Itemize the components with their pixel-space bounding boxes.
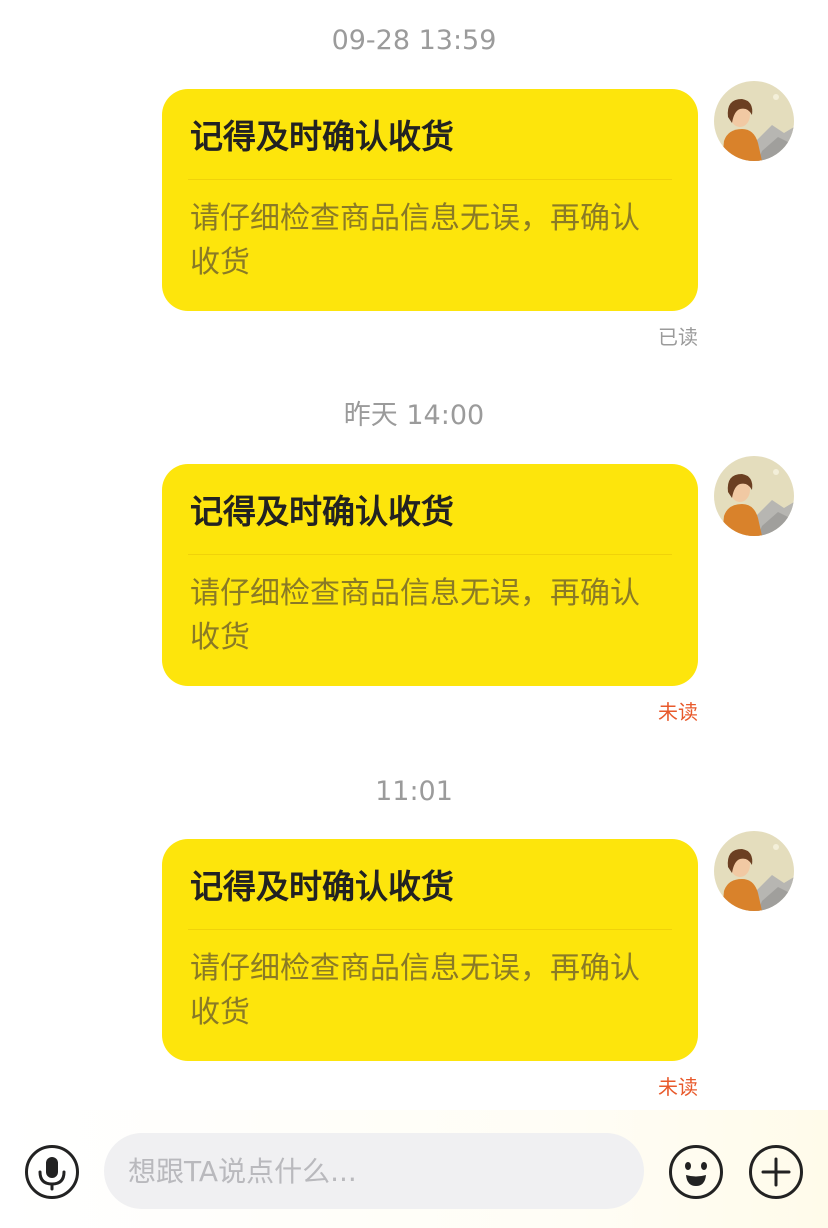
unread-status: 未读 bbox=[658, 1075, 698, 1099]
more-button[interactable] bbox=[748, 1144, 804, 1200]
divider bbox=[188, 179, 672, 180]
message-body: 请仔细检查商品信息无误，再确认收货 bbox=[190, 951, 640, 1030]
avatar-illustration-icon bbox=[714, 456, 794, 536]
message-title: 记得及时确认收货 bbox=[190, 117, 454, 156]
message-card[interactable]: 记得及时确认收货 请仔细检查商品信息无误，再确认收货 bbox=[162, 89, 698, 311]
message-card[interactable]: 记得及时确认收货 请仔细检查商品信息无误，再确认收货 bbox=[162, 464, 698, 686]
voice-button[interactable] bbox=[24, 1144, 80, 1200]
emoji-button[interactable] bbox=[668, 1144, 724, 1200]
avatar[interactable] bbox=[714, 456, 794, 536]
avatar-illustration-icon bbox=[714, 81, 794, 161]
message-body: 请仔细检查商品信息无误，再确认收货 bbox=[190, 201, 640, 280]
microphone-icon bbox=[25, 1145, 79, 1199]
message-timestamp: 昨天 14:00 bbox=[343, 400, 485, 431]
read-status: 已读 bbox=[658, 325, 698, 349]
smiley-icon bbox=[669, 1145, 723, 1199]
message-card[interactable]: 记得及时确认收货 请仔细检查商品信息无误，再确认收货 bbox=[162, 839, 698, 1061]
message-title: 记得及时确认收货 bbox=[190, 867, 454, 906]
message-input[interactable] bbox=[104, 1133, 644, 1209]
divider bbox=[188, 929, 672, 930]
message-body: 请仔细检查商品信息无误，再确认收货 bbox=[190, 576, 640, 655]
plus-icon bbox=[749, 1145, 803, 1199]
avatar[interactable] bbox=[714, 81, 794, 161]
message-timestamp: 09-28 13:59 bbox=[331, 25, 497, 56]
unread-status: 未读 bbox=[658, 700, 698, 724]
message-title: 记得及时确认收货 bbox=[190, 492, 454, 531]
chat-page: 09-28 13:59 记得及时确认收货 请仔细检查商品信息无误，再确认收货 已… bbox=[0, 0, 828, 1228]
avatar[interactable] bbox=[714, 831, 794, 911]
avatar-illustration-icon bbox=[714, 831, 794, 911]
message-timestamp: 11:01 bbox=[375, 776, 453, 807]
divider bbox=[188, 554, 672, 555]
